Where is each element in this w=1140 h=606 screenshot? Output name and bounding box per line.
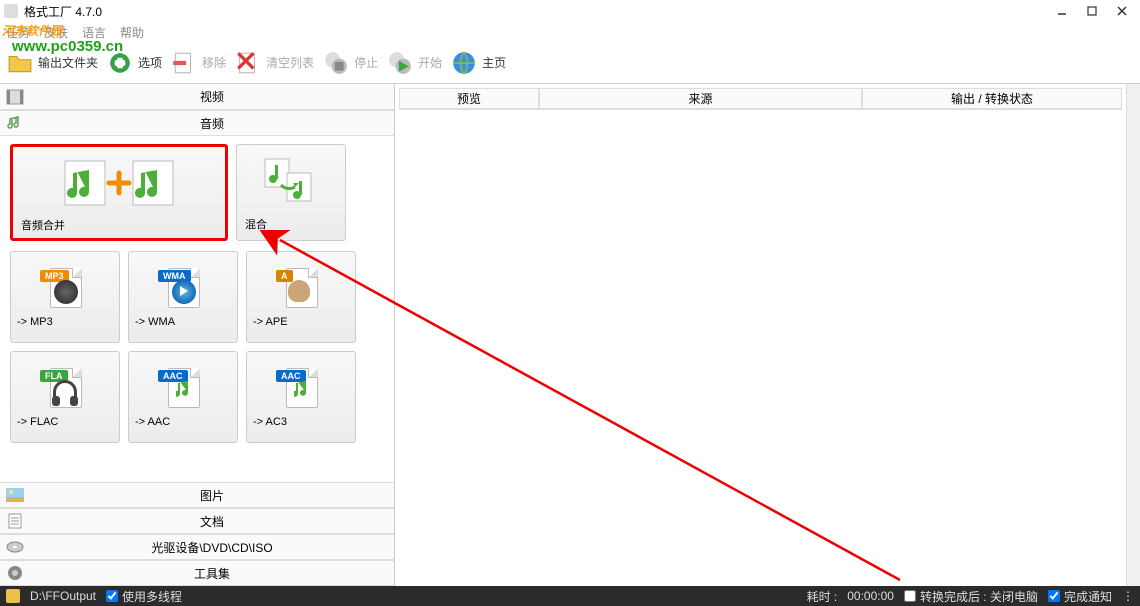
right-panel: 预览 来源 输出 / 转换状态 [395, 84, 1140, 586]
format-tile-aac[interactable]: AAC -> AAC [128, 351, 238, 443]
format-tile-flac[interactable]: FLA -> FLAC [10, 351, 120, 443]
remove-button[interactable]: 移除 [170, 49, 226, 77]
minimize-button[interactable] [1048, 2, 1076, 20]
category-tools[interactable]: 工具集 [0, 560, 394, 586]
remove-icon [170, 49, 198, 77]
elapsed-time: 00:00:00 [847, 589, 894, 603]
format-tile-ac3[interactable]: AAC -> AC3 [246, 351, 356, 443]
task-list-header: 预览 来源 输出 / 转换状态 [399, 88, 1122, 110]
file-wma-icon: WMA [158, 266, 208, 312]
mix-icon [245, 153, 337, 210]
menu-help[interactable]: 帮助 [120, 24, 144, 41]
menu-language[interactable]: 语言 [82, 24, 106, 41]
home-button[interactable]: 主页 [450, 49, 506, 77]
menubar: 任务 皮肤 语言 帮助 [0, 22, 1140, 42]
window-title: 格式工厂 4.7.0 [24, 3, 1048, 20]
clear-list-button[interactable]: 清空列表 [234, 49, 314, 77]
finish-notify-checkbox[interactable]: 完成通知 [1048, 588, 1112, 605]
toolbar: 输出文件夹 选项 移除 清空列表 停止 开始 主页 [0, 42, 1140, 84]
menu-skin[interactable]: 皮肤 [44, 24, 68, 41]
format-grid: MP3 -> MP3 WMA -> WMA A [10, 251, 384, 443]
category-video[interactable]: 视频 [0, 84, 394, 110]
output-path-icon[interactable] [6, 589, 20, 603]
gear-icon [106, 49, 134, 77]
document-icon [0, 513, 30, 529]
shutdown-input[interactable] [904, 590, 916, 602]
multithread-checkbox[interactable]: 使用多线程 [106, 588, 182, 605]
audio-merge-tile[interactable]: 音频合并 [10, 144, 228, 241]
clear-icon [234, 49, 262, 77]
audio-panel: 音频合并 混合 [0, 136, 394, 482]
app-icon [4, 4, 18, 18]
category-audio[interactable]: 音频 [0, 110, 394, 136]
statusbar: D:\FFOutput 使用多线程 耗时 : 00:00:00 转换完成后 : … [0, 586, 1140, 606]
vertical-scrollbar[interactable] [1126, 84, 1140, 586]
column-preview[interactable]: 预览 [399, 88, 539, 109]
status-extra-icon: ⋮ [1122, 589, 1134, 603]
format-tile-mp3[interactable]: MP3 -> MP3 [10, 251, 120, 343]
category-picture[interactable]: 图片 [0, 482, 394, 508]
multithread-input[interactable] [106, 590, 118, 602]
format-tile-ape[interactable]: A -> APE [246, 251, 356, 343]
left-panel: 视频 音频 音频合并 [0, 84, 395, 586]
stop-button[interactable]: 停止 [322, 49, 378, 77]
elapsed-label: 耗时 : [807, 588, 838, 605]
main-area: 视频 音频 音频合并 [0, 84, 1140, 586]
merge-icon [21, 155, 217, 211]
file-ac3-icon: AAC [276, 366, 326, 412]
close-button[interactable] [1108, 2, 1136, 20]
titlebar: 格式工厂 4.7.0 [0, 0, 1140, 22]
drive-icon [0, 541, 30, 553]
picture-icon [0, 488, 30, 502]
column-output[interactable]: 输出 / 转换状态 [862, 88, 1122, 109]
audio-mix-tile[interactable]: 混合 [236, 144, 346, 241]
category-document[interactable]: 文档 [0, 508, 394, 534]
maximize-button[interactable] [1078, 2, 1106, 20]
options-button[interactable]: 选项 [106, 49, 162, 77]
finish-notify-input[interactable] [1048, 590, 1060, 602]
folder-icon [6, 49, 34, 77]
column-source[interactable]: 来源 [539, 88, 862, 109]
format-tile-wma[interactable]: WMA -> WMA [128, 251, 238, 343]
menu-task[interactable]: 任务 [6, 24, 30, 41]
start-button[interactable]: 开始 [386, 49, 442, 77]
play-icon [386, 49, 414, 77]
audio-icon [0, 115, 30, 131]
shutdown-checkbox[interactable]: 转换完成后 : 关闭电脑 [904, 588, 1038, 605]
file-ape-icon: A [276, 266, 326, 312]
category-drive[interactable]: 光驱设备\DVD\CD\ISO [0, 534, 394, 560]
output-path-text[interactable]: D:\FFOutput [30, 589, 96, 603]
file-flac-icon: FLA [40, 366, 90, 412]
video-icon [0, 89, 30, 105]
globe-icon [450, 49, 478, 77]
output-folder-button[interactable]: 输出文件夹 [6, 49, 98, 77]
tools-icon [0, 565, 30, 581]
file-aac-icon: AAC [158, 366, 208, 412]
stop-icon [322, 49, 350, 77]
file-mp3-icon: MP3 [40, 266, 90, 312]
